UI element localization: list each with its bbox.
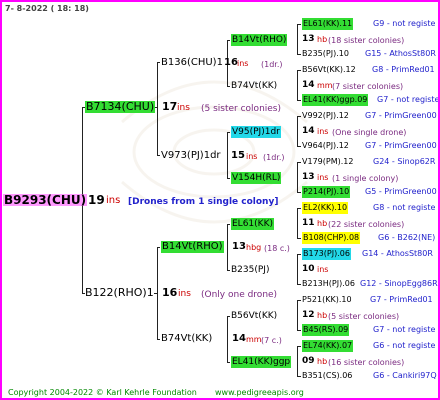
l4-right-text: G9 - not registe [373, 19, 436, 28]
l4-right-text: G7 - not registe [377, 95, 440, 104]
l3-queen-6[interactable]: B235(PJ) [231, 264, 269, 276]
l1-top-note: (5 sister colonies) [201, 104, 282, 114]
footer-url[interactable]: www.pedigreeapis.org [215, 387, 304, 398]
l1-top-queen[interactable]: B7134(CHU) [85, 101, 156, 113]
l4-right-text: G6 - Cankiri97Q [373, 371, 437, 380]
l1-bottom-queen[interactable]: B122(RHO)1 [85, 287, 154, 299]
l2-note-4: (7 c.) [261, 336, 282, 345]
l2-ins-unit-3: hbg [246, 243, 262, 252]
l4-ins-number: 10 [302, 264, 315, 274]
l4-ins-unit: hb [317, 35, 328, 44]
root-queen[interactable]: B9293(CHU) [3, 194, 88, 206]
l4-ins-unit: ins [317, 173, 329, 182]
l1-bottom-ins-number: 16 [162, 286, 178, 299]
l4-ins-unit: ins [317, 127, 329, 136]
l2-note-2: (1dr.) [263, 153, 285, 162]
l4-queen[interactable]: EL41(KK)ggp.09 [302, 94, 369, 106]
l4-note: (1 single colony) [332, 174, 399, 183]
l4-right-text: G6 - B262(NE) [378, 233, 436, 242]
l1-top-ins-number: 17 [162, 100, 178, 113]
l4-right-text: G8 - PrimRed01 [372, 65, 435, 74]
l4-right-text: G7 - PrimGreen00 [365, 111, 437, 120]
l3-queen-7[interactable]: B56Vt(KK) [231, 310, 277, 322]
l2-ins-number-3: 13 [232, 241, 246, 252]
l2-ins-number-2: 15 [231, 150, 245, 161]
l4-right-text: G12 - SinopEgg86R [360, 279, 438, 288]
l4-ins-number: 12 [302, 310, 315, 320]
l4-right-text: G7 - PrimRed01 [370, 295, 433, 304]
l4-queen[interactable]: EL61(KK).11 [302, 18, 354, 30]
l2-note-3: (18 c.) [264, 244, 290, 253]
l4-queen[interactable]: B45(RS).09 [302, 324, 350, 336]
l4-note: (22 sister colonies) [328, 220, 405, 229]
l4-queen[interactable]: P521(KK).10 [302, 294, 352, 306]
root-ins-unit: ins [106, 195, 121, 206]
l3-queen-2[interactable]: B74Vt(KK) [231, 80, 277, 92]
root-note: [Drones from 1 single colony] [128, 197, 279, 207]
l4-queen[interactable]: V964(PJ).12 [302, 140, 349, 152]
l4-ins-number: 09 [302, 356, 315, 366]
l4-queen[interactable]: EL2(KK).10 [302, 202, 349, 214]
l4-note: (18 sister colonies) [328, 36, 405, 45]
l2-queen-2[interactable]: V973(PJ)1dr [161, 150, 221, 162]
l4-ins-unit: mm [317, 81, 333, 90]
l2-ins-unit-4: mm [246, 335, 262, 344]
l1-bottom-ins-unit: ins [178, 289, 191, 299]
l3-queen-4[interactable]: V154H(RL) [231, 172, 282, 184]
l4-ins-number: 13 [302, 172, 315, 182]
l2-ins-unit-2: ins [246, 152, 258, 161]
l4-right-text: G15 - AthosSt80R [365, 49, 436, 58]
l4-right-text: G14 - AthosSt80R [362, 249, 433, 258]
l4-right-text: G7 - not registe [373, 325, 436, 334]
l2-queen-1[interactable]: B136(CHU)1 [161, 57, 223, 69]
l1-top-ins-unit: ins [177, 103, 190, 113]
l4-ins-number: 14 [302, 80, 315, 90]
l4-ins-unit: hb [317, 311, 328, 320]
l2-ins-unit-1: ins [237, 59, 249, 68]
l3-queen-8[interactable]: EL41(KK)ggp [231, 356, 292, 368]
l4-ins-unit: hb [317, 357, 328, 366]
l2-ins-number-4: 14 [232, 333, 246, 344]
l4-queen[interactable]: B56Vt(KK).12 [302, 64, 356, 76]
l4-note: (16 sister colonies) [328, 358, 405, 367]
l4-right-text: G24 - Sinop62R [373, 157, 436, 166]
l3-queen-3[interactable]: V95(PJ)1dr [231, 126, 281, 138]
footer-copyright: Copyright 2004-2022 © Karl Kehrle Founda… [8, 388, 197, 397]
l4-note: (5 sister colonies) [328, 312, 400, 321]
l4-queen[interactable]: B235(PJ).10 [302, 48, 349, 60]
l4-queen[interactable]: B351(CS).06 [302, 370, 352, 382]
l4-queen[interactable]: B173(PJ).06 [302, 248, 351, 260]
l4-queen[interactable]: EL74(KK).07 [302, 340, 354, 352]
pedigree-panel: 7- 8-2022 ( 18: 18) B9293(CHU) 19 ins [D… [0, 0, 440, 400]
l4-note: (7 sister colonies) [332, 82, 404, 91]
l4-ins-number: 14 [302, 126, 315, 136]
l1-bottom-note: (Only one drone) [201, 290, 278, 300]
l3-queen-1[interactable]: B14Vt(RHO) [231, 34, 288, 46]
l4-ins-unit: ins [317, 265, 329, 274]
l4-right-text: G8 - not registe [373, 203, 436, 212]
l4-queen[interactable]: P214(PJ).10 [302, 186, 351, 198]
l4-right-text: G5 - PrimGreen00 [365, 187, 437, 196]
l2-ins-number-1: 16 [224, 57, 238, 68]
date-label: 7- 8-2022 ( 18: 18) [5, 4, 89, 13]
l3-queen-5[interactable]: EL61(KK) [231, 218, 274, 230]
l2-queen-4[interactable]: B74Vt(KK) [161, 333, 212, 345]
l4-ins-unit: hb [317, 219, 328, 228]
l4-note: (One single drone) [332, 128, 407, 137]
l4-queen[interactable]: V179(PM).12 [302, 156, 353, 168]
l4-queen[interactable]: B108(CHP).08 [302, 232, 361, 244]
l4-right-text: G7 - PrimGreen00 [365, 141, 437, 150]
l2-note-1: (1dr.) [261, 60, 283, 69]
l2-queen-3[interactable]: B14Vt(RHO) [161, 241, 224, 253]
l4-queen[interactable]: V992(PJ).12 [302, 110, 349, 122]
l4-ins-number: 13 [302, 34, 315, 44]
l4-ins-number: 11 [302, 218, 315, 228]
l4-right-text: G6 - not registe [373, 341, 436, 350]
root-ins-number: 19 [88, 193, 105, 207]
l4-queen[interactable]: B213H(PJ).06 [302, 278, 355, 290]
